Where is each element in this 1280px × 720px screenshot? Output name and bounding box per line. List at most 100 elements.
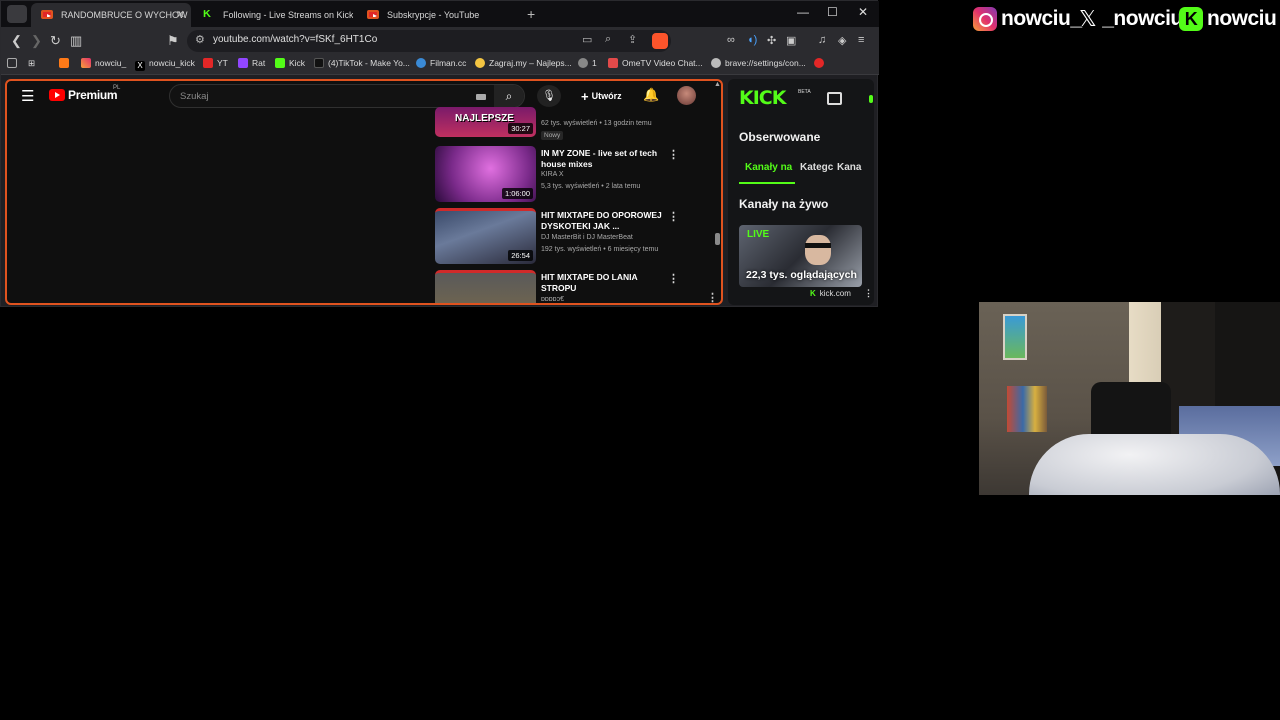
video-thumbnail[interactable]: 1:06:00: [435, 146, 536, 202]
menu-icon[interactable]: ☰: [21, 87, 34, 105]
tab-kick-following[interactable]: K Following - Live Streams on Kick: [193, 3, 353, 27]
maximize-button[interactable]: ☐: [827, 5, 838, 19]
browser-window: RANDOMBRUCE O WYCHOW ✕ K Following - Liv…: [0, 0, 879, 307]
sidebar-toggle-icon[interactable]: ▥: [70, 33, 82, 49]
tab-channels[interactable]: Kana: [837, 162, 861, 173]
wall-painting: [1003, 314, 1027, 360]
menu-icon[interactable]: ≡: [858, 34, 864, 46]
bookmark-item[interactable]: Rat: [238, 58, 265, 68]
more-options-icon[interactable]: ⋮: [668, 210, 679, 223]
site-settings-icon[interactable]: ⚙: [195, 33, 205, 46]
bookmark-item[interactable]: nowciu_: [81, 58, 126, 68]
video-thumbnail[interactable]: 26:54: [435, 208, 536, 264]
reload-button[interactable]: ↻: [50, 33, 61, 49]
panel-toggle-icon[interactable]: [827, 92, 842, 105]
following-heading: Obserwowane: [739, 130, 821, 144]
channel-name[interactable]: ɒɒɒɒɔ€: [541, 296, 564, 303]
bookmark-item[interactable]: Kick: [275, 58, 305, 68]
region-code: PL: [113, 85, 121, 91]
cast-icon[interactable]: ▭: [582, 33, 592, 46]
bookmark-item[interactable]: brave://settings/con...: [711, 58, 806, 68]
zoom-icon[interactable]: ⌕: [605, 33, 611, 46]
tab-categories[interactable]: Kategc: [800, 162, 833, 173]
video-meta: 62 tys. wyświetleń • 13 godzin temu: [541, 120, 652, 127]
more-options-icon[interactable]: ⋮: [864, 288, 873, 299]
edge-indicator: [869, 95, 873, 103]
tab-label: Subskrypcje - YouTube: [387, 10, 480, 20]
bookmark-item[interactable]: YT: [203, 58, 228, 68]
live-stream-thumbnail[interactable]: LIVE 22,3 tys. oglądających: [739, 225, 862, 287]
youtube-logo-icon[interactable]: [49, 89, 65, 101]
sunglasses: [805, 243, 831, 248]
apps-grid-icon[interactable]: ⊞: [28, 58, 35, 69]
bookmark-item[interactable]: OmeTV Video Chat...: [608, 58, 703, 68]
search-box[interactable]: Szukaj ⌕: [169, 84, 525, 108]
bookmark-icon[interactable]: ⚑: [167, 33, 179, 49]
list-item[interactable]: 1:06:00 IN MY ZONE - live set of tech ho…: [435, 146, 715, 206]
tab-youtube-video[interactable]: RANDOMBRUCE O WYCHOW ✕: [31, 3, 191, 27]
tab-youtube-subscriptions[interactable]: Subskrypcje - YouTube: [357, 3, 517, 27]
wallet-icon[interactable]: ▣: [786, 34, 796, 47]
video-meta: 192 tys. wyświetleń • 6 miesięcy temu: [541, 246, 659, 253]
keyboard-icon[interactable]: [476, 94, 486, 100]
list-item[interactable]: 26:54 HIT MIXTAPE DO OPOROWEJ DYSKOTEKI …: [435, 208, 715, 268]
tab-actions-button[interactable]: [7, 5, 27, 23]
bookmark-item[interactable]: (4)TikTok - Make Yo...: [314, 58, 410, 68]
avatar[interactable]: [677, 86, 696, 105]
microphone-icon[interactable]: 🎙: [537, 85, 561, 107]
video-title[interactable]: HIT MIXTAPE DO LANIA STROPU: [541, 272, 665, 294]
close-window-button[interactable]: ✕: [858, 5, 868, 19]
address-bar[interactable]: ⚙ youtube.com/watch?v=fSKf_6HT1Co ▭ ⌕ ⇪: [187, 30, 671, 52]
audio-icon[interactable]: ◖): [747, 34, 757, 46]
bookmark-item[interactable]: Xnowciu_kick: [135, 58, 195, 71]
scrollbar-thumb[interactable]: [715, 233, 720, 245]
video-meta: 5,3 tys. wyświetleń • 2 lata temu: [541, 183, 641, 190]
notifications-icon[interactable]: 🔔: [643, 87, 659, 103]
bookmark-item[interactable]: Filman.cc: [416, 58, 466, 68]
tab-strip: RANDOMBRUCE O WYCHOW ✕ K Following - Liv…: [1, 1, 879, 27]
live-badge: LIVE: [747, 229, 770, 240]
kick-sidebar-panel: KICK BETA Obserwowane Kanały na Kategc K…: [728, 79, 874, 305]
minimize-button[interactable]: —: [797, 5, 809, 19]
address-toolbar: ❮ ❯ ↻ ▥ ⚑ ⚙ youtube.com/watch?v=fSKf_6HT…: [1, 27, 879, 55]
beta-label: BETA: [798, 89, 811, 95]
more-options-icon[interactable]: ⋮: [668, 272, 679, 285]
bookmark-item[interactable]: Zagraj.my – Najleps...: [475, 58, 572, 68]
brave-shields-icon[interactable]: [652, 33, 668, 49]
close-tab-icon[interactable]: ✕: [176, 3, 185, 27]
video-title[interactable]: IN MY ZONE - live set of tech house mixe…: [541, 148, 665, 170]
new-tab-button[interactable]: +: [527, 6, 535, 22]
forward-button[interactable]: ❯: [31, 33, 42, 49]
vpn-icon[interactable]: ∞: [727, 34, 735, 46]
channel-name[interactable]: DJ MasterBit i DJ MasterBeat: [541, 234, 633, 241]
youtube-premium-logo[interactable]: Premium: [68, 88, 118, 102]
search-input[interactable]: Szukaj: [180, 91, 209, 102]
kick-domain[interactable]: Kkick.com: [810, 289, 851, 298]
more-options-icon[interactable]: ⋮: [668, 148, 679, 161]
bookmark-item[interactable]: 1: [578, 58, 597, 68]
channel-name[interactable]: KIRA X: [541, 171, 564, 178]
bookmark-square-icon[interactable]: [7, 58, 21, 68]
tab-live-channels[interactable]: Kanały na: [745, 162, 792, 173]
webcam-feed: [979, 302, 1280, 495]
kick-icon: K: [1179, 7, 1203, 31]
video-thumbnail[interactable]: [435, 270, 536, 303]
streamer-face: [805, 235, 831, 265]
search-button[interactable]: ⌕: [494, 85, 524, 107]
more-options-icon[interactable]: ⋮: [707, 291, 718, 304]
list-item[interactable]: HIT MIXTAPE DO LANIA STROPU ɒɒɒɒɔ€ ⋮: [435, 270, 715, 303]
share-icon[interactable]: ⇪: [628, 33, 637, 46]
back-button[interactable]: ❮: [11, 33, 22, 49]
video-thumbnail[interactable]: NAJLEPSZE 30:27: [435, 107, 536, 137]
create-button[interactable]: + Utwórz: [581, 89, 622, 104]
scroll-up-arrow[interactable]: ▲: [714, 81, 721, 88]
video-title[interactable]: HIT MIXTAPE DO OPOROWEJ DYSKOTEKI JAK ..…: [541, 210, 665, 232]
bookmark-item[interactable]: [59, 58, 73, 68]
kick-logo[interactable]: KICK: [739, 87, 786, 109]
shield-icon[interactable]: ◈: [838, 34, 846, 47]
extensions-icon[interactable]: ✣: [767, 34, 776, 47]
media-icon[interactable]: ♫: [818, 34, 826, 46]
bookmark-item[interactable]: [814, 58, 828, 68]
instagram-handle: nowciu_: [973, 4, 1082, 34]
new-badge: Nowy: [541, 131, 564, 140]
